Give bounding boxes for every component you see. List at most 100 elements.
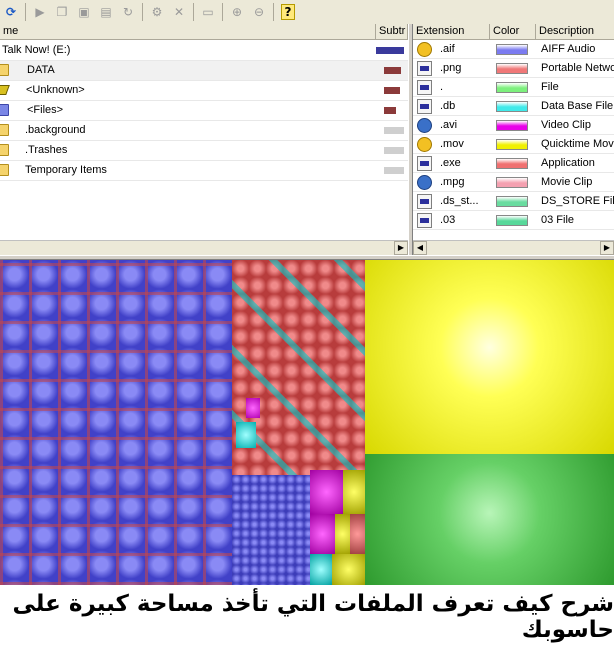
treemap-region-db[interactable] — [310, 554, 332, 585]
scroll-right-button[interactable]: ▶ — [600, 241, 614, 255]
directory-tree-pane: me Subtr Talk Now! (E:) DATA <Unknown> <Fil… — [0, 24, 408, 255]
color-cell — [490, 116, 536, 135]
extension-horizontal-scrollbar[interactable]: ◀ ▶ — [413, 240, 614, 255]
treemap-region-misc-2[interactable] — [350, 514, 365, 554]
media-file-icon — [417, 175, 432, 190]
recycle-button[interactable]: ⚙ — [146, 2, 168, 22]
treemap-region-avi-small[interactable] — [310, 514, 335, 554]
extension-row[interactable]: .mov Quicktime Movie — [413, 135, 614, 154]
zoom-out-icon: ⊖ — [253, 5, 265, 19]
column-header-description[interactable]: Description — [536, 24, 614, 40]
open-button[interactable]: ▶ — [29, 2, 51, 22]
tree-row[interactable]: Talk Now! (E:) — [0, 41, 408, 61]
tree-row-label: <Files> — [27, 104, 64, 116]
description-cell: Data Base File — [541, 100, 614, 112]
folder-icon — [0, 164, 9, 177]
column-header-name[interactable]: me — [0, 24, 376, 40]
tree-row[interactable]: .background — [0, 121, 408, 141]
color-swatch — [496, 82, 528, 93]
treemap-region-file[interactable] — [365, 454, 614, 585]
extension-row[interactable]: .exe Application — [413, 154, 614, 173]
tree-row[interactable]: Temporary Items — [0, 161, 408, 181]
refresh-button[interactable]: ⟳ — [0, 2, 22, 22]
toolbar-separator — [193, 3, 194, 21]
refresh-selected-icon: ↻ — [122, 5, 134, 19]
extension-cell: .mpg — [413, 173, 490, 192]
description-cell: 03 File — [541, 214, 575, 226]
new-folder-icon: ▭ — [202, 5, 214, 19]
description-cell: Portable Network — [541, 62, 614, 74]
extension-row[interactable]: .png Portable Network — [413, 59, 614, 78]
treemap-region-avi[interactable] — [310, 470, 343, 514]
extension-row[interactable]: .db Data Base File — [413, 97, 614, 116]
command-prompt-button[interactable]: ▤ — [95, 2, 117, 22]
caption-text: شرح كيف تعرف الملفات التي تأخذ مساحة كبي… — [0, 585, 614, 649]
audio-file-icon — [417, 42, 432, 57]
tree-row-label: DATA — [27, 64, 55, 76]
command-prompt-icon: ▤ — [100, 5, 112, 19]
description-cell: DS_STORE File — [541, 195, 614, 207]
zoom-out-button[interactable]: ⊖ — [248, 2, 270, 22]
explorer-button[interactable]: ▣ — [73, 2, 95, 22]
tree-row-name: .Trashes — [0, 141, 370, 160]
extension-label: .ds_st... — [440, 195, 479, 207]
column-header-subtree[interactable]: Subtr — [376, 24, 408, 40]
extension-row[interactable]: .aif AIFF Audio — [413, 40, 614, 59]
extension-row[interactable]: . File — [413, 78, 614, 97]
application-file-icon — [417, 156, 432, 171]
extension-row[interactable]: .mpg Movie Clip — [413, 173, 614, 192]
tree-horizontal-scrollbar[interactable]: ▶ — [0, 240, 408, 255]
extension-cell: .ds_st... — [413, 192, 490, 211]
tree-row[interactable]: <Unknown> — [0, 81, 408, 101]
tree-row-name: .background — [0, 121, 370, 140]
treemap-region-mov[interactable] — [365, 260, 614, 454]
copy-icon: ❐ — [56, 5, 68, 19]
generic-file-icon — [417, 80, 432, 95]
column-header-extension[interactable]: Extension — [413, 24, 490, 40]
color-cell — [490, 154, 536, 173]
tree-row-name: Talk Now! (E:) — [0, 41, 370, 60]
description-cell: Quicktime Movie — [541, 138, 614, 150]
zoom-in-button[interactable]: ⊕ — [226, 2, 248, 22]
color-swatch — [496, 44, 528, 55]
treemap-region-mov-small[interactable] — [343, 470, 365, 514]
treemap[interactable] — [0, 260, 614, 585]
extension-cell: .avi — [413, 116, 490, 135]
tree-row[interactable]: .Trashes — [0, 141, 408, 161]
copy-path-button[interactable]: ❐ — [51, 2, 73, 22]
generic-file-icon — [417, 99, 432, 114]
treemap-region-misc[interactable] — [332, 554, 365, 585]
extension-label: .exe — [440, 157, 461, 169]
help-button[interactable]: ? — [277, 2, 299, 22]
toolbar-separator — [273, 3, 274, 21]
extension-row[interactable]: .03 03 File — [413, 211, 614, 230]
extension-row[interactable]: .avi Video Clip — [413, 116, 614, 135]
color-swatch — [496, 177, 528, 188]
new-folder-button[interactable]: ▭ — [197, 2, 219, 22]
refresh-selected-button[interactable]: ↻ — [117, 2, 139, 22]
column-header-color[interactable]: Color — [490, 24, 536, 40]
subtree-percentage-bar — [376, 47, 404, 54]
tree-row-label: Temporary Items — [25, 164, 107, 176]
tree-row[interactable]: <Files> — [0, 101, 408, 121]
extension-row[interactable]: .ds_st... DS_STORE File — [413, 192, 614, 211]
play-icon: ▶ — [35, 5, 45, 19]
delete-button[interactable]: ✕ — [168, 2, 190, 22]
subtree-percentage-bar — [384, 67, 401, 74]
subtree-percentage-bar — [384, 87, 400, 94]
subtree-percentage-bar — [384, 167, 404, 174]
color-swatch — [496, 63, 528, 74]
treemap-region-mov-tiny[interactable] — [335, 514, 350, 554]
color-swatch — [496, 139, 528, 150]
extension-cell: .db — [413, 97, 490, 116]
tree-row-label: Talk Now! (E:) — [2, 44, 71, 56]
color-cell — [490, 78, 536, 97]
drive-icon — [0, 85, 10, 96]
tree-row[interactable]: DATA — [0, 61, 408, 81]
folder-icon — [0, 124, 9, 137]
color-cell — [490, 40, 536, 59]
color-swatch — [496, 158, 528, 169]
scroll-left-button[interactable]: ◀ — [413, 241, 427, 255]
treemap-region-aif-lower[interactable] — [232, 475, 310, 585]
scroll-right-button[interactable]: ▶ — [394, 241, 408, 255]
